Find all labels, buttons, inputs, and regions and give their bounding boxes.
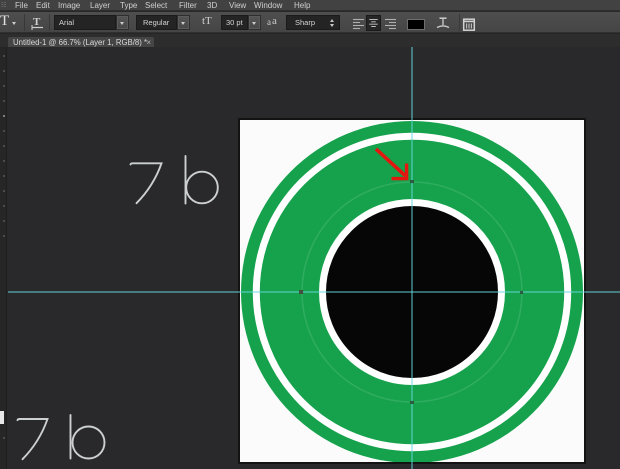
svg-text:T: T	[33, 16, 41, 28]
